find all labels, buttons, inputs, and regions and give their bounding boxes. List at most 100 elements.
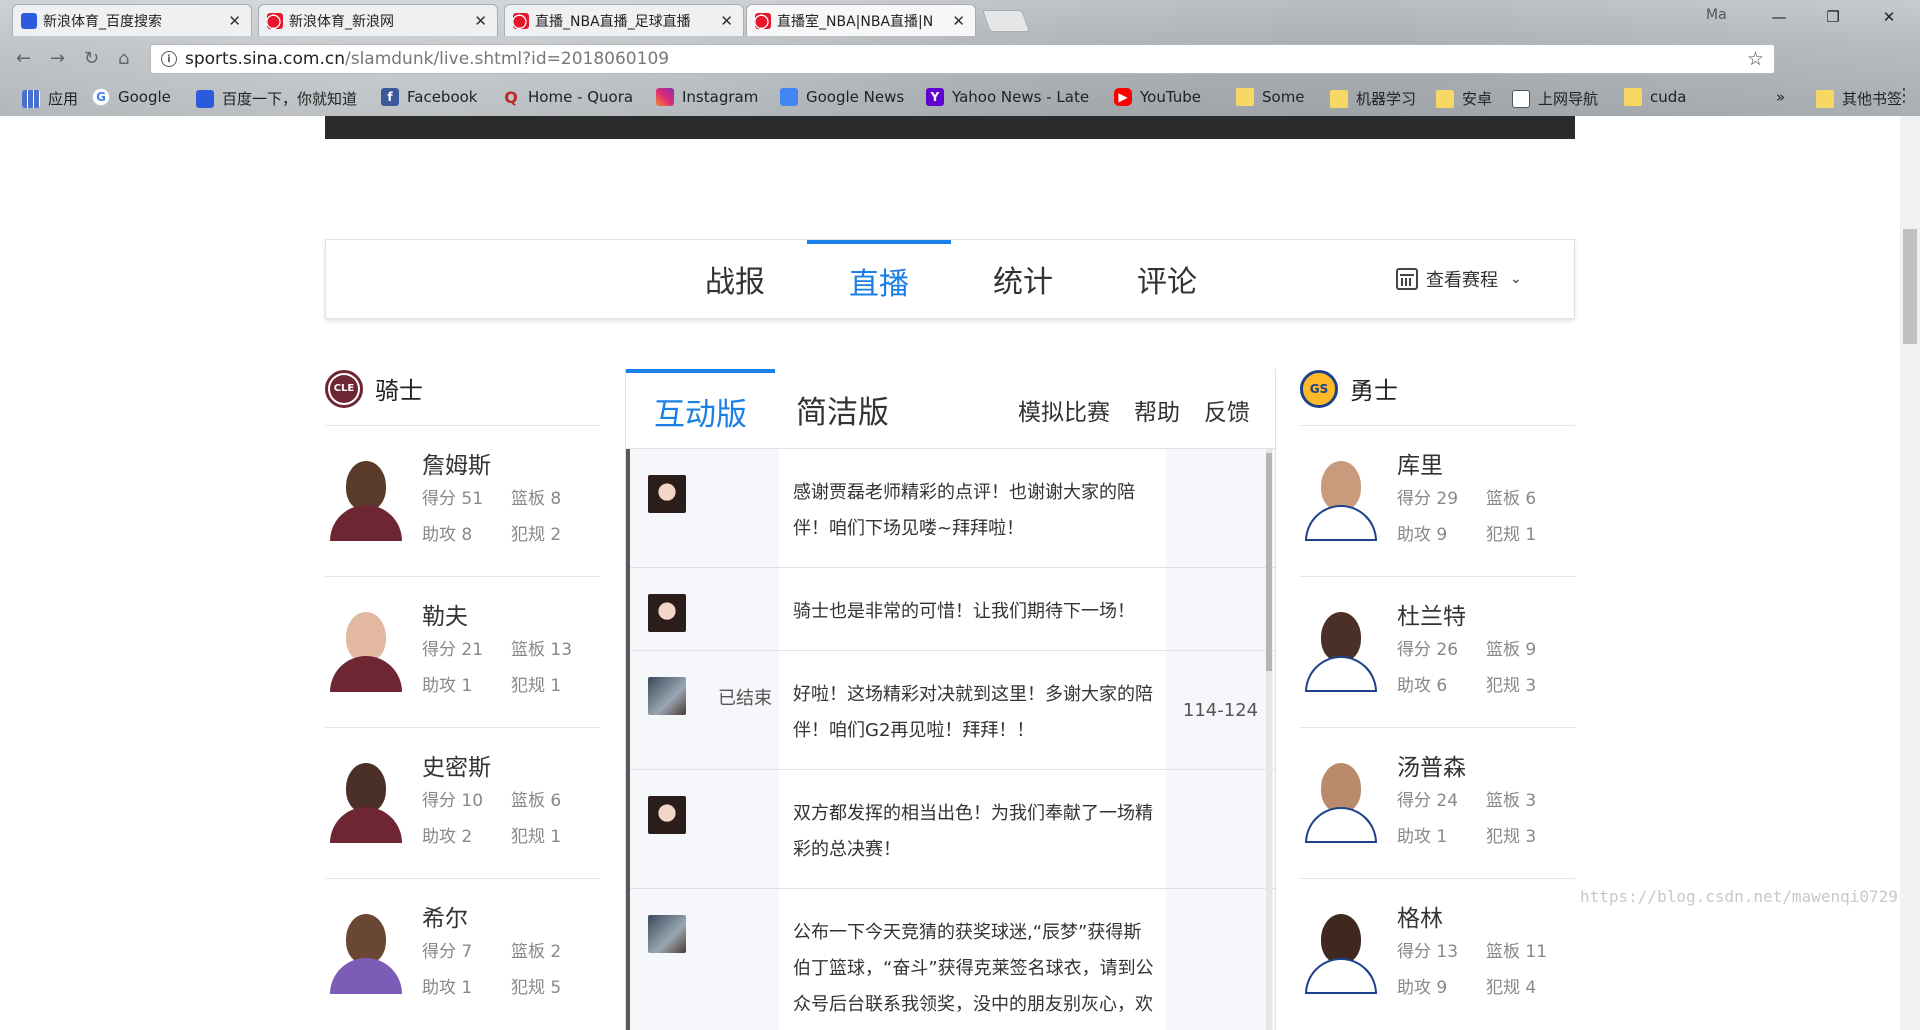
stat-assists: 助攻 9	[1397, 978, 1448, 998]
browser-tab-1[interactable]: 新浪体育_百度搜索 ✕	[12, 4, 252, 36]
away-team-panel: GS 勇士 库里 得分 29 篮板 6 助攻 9 犯规 1 杜兰特 得分 26 …	[1300, 352, 1575, 1030]
bookmark-label: Home - Quora	[528, 88, 634, 106]
help-link[interactable]: 帮助	[1134, 393, 1180, 427]
close-icon[interactable]: ✕	[952, 12, 965, 30]
bookmark-google-news[interactable]: Google News	[780, 88, 904, 106]
tab-stats[interactable]: 统计	[951, 240, 1095, 318]
schedule-dropdown[interactable]: 查看赛程 ⌄	[1396, 266, 1522, 292]
stat-points: 得分 51	[422, 489, 484, 509]
live-header: 互动版 简洁版 模拟比赛 帮助 反馈	[626, 369, 1275, 449]
url-text[interactable]: sports.sina.com.cn/slamdunk/live.shtml?i…	[185, 49, 669, 69]
stat-rebounds: 篮板 6	[511, 791, 562, 811]
feed-text: 好啦！这场精彩对决就到这里！多谢大家的陪伴！咱们G2再见啦！拜拜！！	[779, 651, 1166, 769]
bookmark-label: Some	[1262, 88, 1305, 106]
player-card[interactable]: 汤普森 得分 24 篮板 3 助攻 1 犯规 3	[1300, 728, 1575, 879]
player-avatar	[330, 914, 402, 994]
feed-text: 双方都发挥的相当出色！为我们奉献了一场精彩的总决赛！	[779, 770, 1166, 888]
facebook-icon: f	[381, 88, 399, 106]
restore-icon[interactable]: ❐	[1810, 0, 1856, 34]
bookmark-folder-cuda[interactable]: cuda	[1624, 88, 1686, 106]
bookmark-label: 上网导航	[1538, 90, 1599, 108]
feed-item: 公布一下今天竞猜的获奖球迷,“辰梦”获得斯伯丁篮球，“奋斗”获得克莱签名球衣，请…	[630, 889, 1275, 1030]
close-window-icon[interactable]: ✕	[1866, 0, 1912, 34]
sina-weibo-icon	[513, 12, 529, 29]
address-bar[interactable]: i sports.sina.com.cn/slamdunk/live.shtml…	[150, 44, 1775, 74]
player-card[interactable]: 格林 得分 13 篮板 11 助攻 9 犯规 4	[1300, 879, 1575, 1030]
tab-interactive[interactable]: 互动版	[626, 369, 775, 449]
profile-name[interactable]: Ma	[1706, 7, 1727, 23]
page-scrollbar-thumb[interactable]	[1903, 229, 1917, 344]
tab-report[interactable]: 战报	[663, 240, 807, 318]
watermark: https://blog.csdn.net/mawenqi0729	[1580, 887, 1898, 906]
stat-points: 得分 13	[1397, 942, 1459, 962]
player-avatar	[330, 461, 402, 541]
bookmark-apps[interactable]: 应用	[22, 88, 78, 109]
minimize-icon[interactable]: —	[1756, 0, 1802, 34]
more-bookmarks-button[interactable]: »	[1776, 88, 1785, 106]
bookmark-youtube[interactable]: ▶ YouTube	[1114, 88, 1201, 106]
bookmark-star-icon[interactable]: ☆	[1747, 48, 1764, 70]
player-name: 史密斯	[422, 755, 491, 781]
player-card[interactable]: 勒夫 得分 21 篮板 13 助攻 1 犯规 1	[325, 577, 600, 728]
tab-simple[interactable]: 简洁版	[796, 369, 889, 449]
new-tab-button[interactable]	[981, 10, 1031, 32]
stat-fouls: 犯规 1	[511, 827, 562, 847]
google-icon: G	[92, 88, 110, 106]
info-icon[interactable]: i	[161, 51, 177, 67]
bookmark-facebook[interactable]: f Facebook	[381, 88, 477, 106]
sina-weibo-icon	[755, 12, 771, 29]
team-header[interactable]: CLE 骑士	[325, 352, 600, 426]
feed-scrollbar-thumb[interactable]	[1266, 453, 1272, 671]
stat-rebounds: 篮板 6	[1486, 489, 1537, 509]
player-card[interactable]: 詹姆斯 得分 51 篮板 8 助攻 8 犯规 2	[325, 426, 600, 577]
logo-text: CLE	[330, 374, 358, 403]
team-name: 勇士	[1350, 377, 1398, 405]
player-card[interactable]: 希尔 得分 7 篮板 2 助攻 1 犯规 5	[325, 879, 600, 1030]
stat-fouls: 犯规 5	[511, 978, 562, 998]
stat-points: 得分 29	[1397, 489, 1459, 509]
browser-tab-4[interactable]: 直播室_NBA|NBA直播|N ✕	[746, 4, 976, 36]
player-card[interactable]: 库里 得分 29 篮板 6 助攻 9 犯规 1	[1300, 426, 1575, 577]
bookmark-yahoo[interactable]: Y Yahoo News - Late	[926, 88, 1089, 106]
player-name: 杜兰特	[1397, 604, 1466, 630]
team-name: 骑士	[375, 377, 423, 405]
browser-tab-2[interactable]: 新浪体育_新浪网 ✕	[258, 4, 498, 36]
bookmark-quora[interactable]: Q Home - Quora	[502, 88, 634, 107]
toolbar: ← → ↻ ⌂ i sports.sina.com.cn/slamdunk/li…	[0, 38, 1920, 106]
player-avatar	[330, 763, 402, 843]
bookmark-folder-android[interactable]: 安卓	[1436, 88, 1492, 109]
tab-comments[interactable]: 评论	[1095, 240, 1239, 318]
bookmark-nav[interactable]: 上网导航	[1512, 88, 1598, 109]
bookmark-label: 应用	[48, 90, 79, 108]
player-card[interactable]: 史密斯 得分 10 篮板 6 助攻 2 犯规 1	[325, 728, 600, 879]
back-arrow-icon[interactable]: ←	[16, 48, 31, 69]
bookmarks-bar: 应用 G Google 百度一下，你就知道 f Facebook Q Home - Q…	[0, 84, 1920, 112]
feedback-link[interactable]: 反馈	[1204, 393, 1250, 427]
simulate-game-link[interactable]: 模拟比赛	[1018, 393, 1110, 427]
bookmark-folder-ml[interactable]: 机器学习	[1330, 88, 1416, 109]
close-icon[interactable]: ✕	[474, 12, 487, 30]
instagram-icon	[656, 88, 674, 106]
folder-icon	[1624, 88, 1642, 106]
feed-score	[1166, 770, 1275, 888]
browser-tab-3[interactable]: 直播_NBA直播_足球直播 ✕	[504, 4, 744, 36]
reload-icon[interactable]: ↻	[84, 48, 99, 69]
tab-live[interactable]: 直播	[807, 240, 951, 318]
bookmark-instagram[interactable]: Instagram	[656, 88, 758, 106]
feed-text: 公布一下今天竞猜的获奖球迷,“辰梦”获得斯伯丁篮球，“奋斗”获得克莱签名球衣，请…	[779, 889, 1166, 1030]
forward-arrow-icon[interactable]: →	[50, 48, 65, 69]
bookmark-folder-some[interactable]: Some	[1236, 88, 1305, 106]
tab-title: 直播室_NBA|NBA直播|N	[777, 13, 934, 30]
feed-score	[1166, 568, 1275, 650]
close-icon[interactable]: ✕	[228, 12, 241, 30]
home-icon[interactable]: ⌂	[118, 48, 129, 69]
stat-assists: 助攻 1	[1397, 827, 1448, 847]
close-icon[interactable]: ✕	[720, 12, 733, 30]
live-feed[interactable]: 感谢贾磊老师精彩的点评！也谢谢大家的陪伴！咱们下场见喽~拜拜啦！ 骑士也是非常的…	[626, 449, 1275, 1030]
other-bookmarks[interactable]: 其他书签	[1816, 88, 1902, 109]
youtube-icon: ▶	[1114, 88, 1132, 106]
bookmark-baidu[interactable]: 百度一下，你就知道	[196, 88, 357, 109]
player-card[interactable]: 杜兰特 得分 26 篮板 9 助攻 6 犯规 3	[1300, 577, 1575, 728]
team-header[interactable]: GS 勇士	[1300, 352, 1575, 426]
bookmark-google[interactable]: G Google	[92, 88, 171, 106]
